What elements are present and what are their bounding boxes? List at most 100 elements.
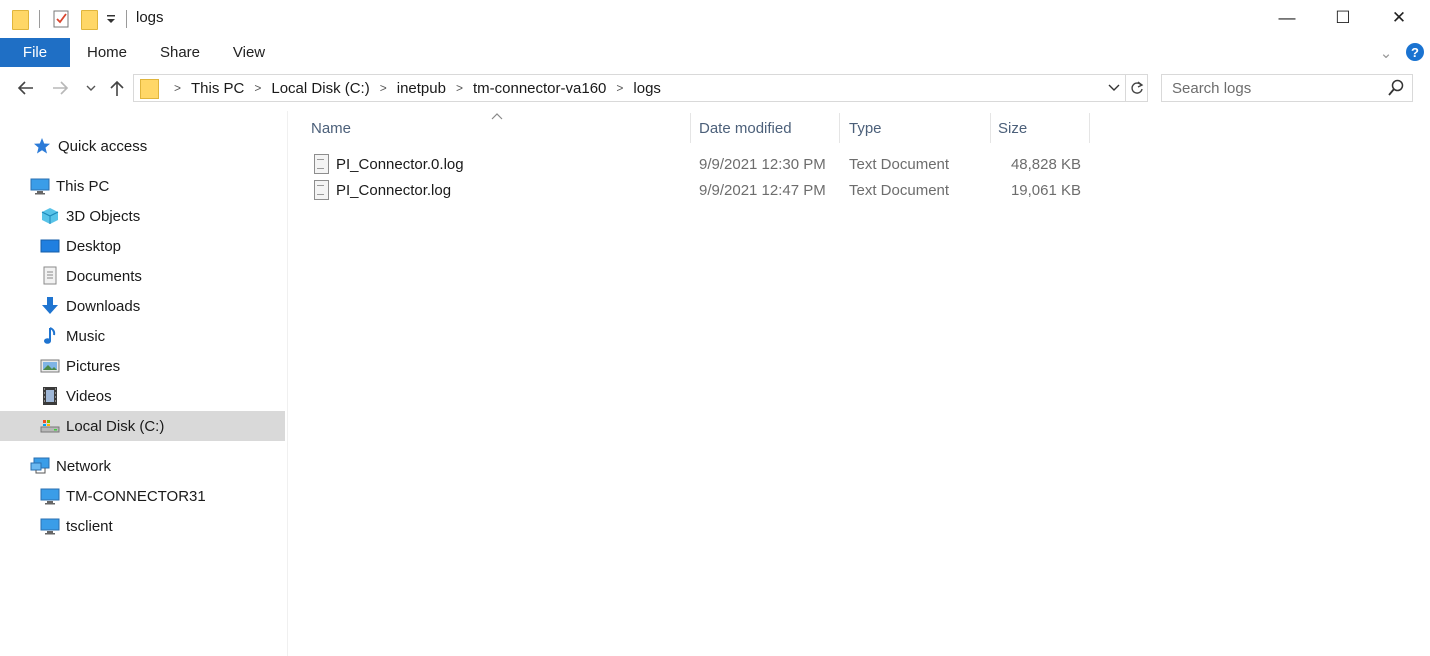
nav-label: Documents (66, 267, 142, 285)
file-name-cell[interactable]: PI_Connector.0.log (313, 151, 464, 177)
text-file-icon (313, 154, 329, 174)
pictures-icon (40, 356, 60, 376)
tab-home[interactable]: Home (78, 38, 136, 67)
nav-label: Music (66, 327, 106, 345)
file-size: 48,828 KB (1010, 155, 1081, 173)
chevron-right-icon[interactable]: > (610, 81, 629, 95)
nav-label: Desktop (66, 237, 122, 255)
file-name: PI_Connector.log (336, 181, 452, 199)
downloads-icon (40, 296, 60, 316)
search-box[interactable] (1161, 74, 1413, 102)
nav-this-pc[interactable]: This PC (0, 171, 285, 201)
nav-label: Quick access (58, 137, 148, 155)
file-date: 9/9/2021 12:30 PM (699, 155, 826, 173)
toolbar-separator (39, 10, 40, 28)
nav-tm-connector31[interactable]: TM-CONNECTOR31 (0, 481, 285, 511)
file-name: PI_Connector.0.log (336, 155, 464, 173)
nav-label: This PC (56, 177, 110, 195)
local-disk-icon (40, 416, 60, 436)
nav-3d-objects[interactable]: 3D Objects (0, 201, 285, 231)
nav-label: 3D Objects (66, 207, 141, 225)
tab-share[interactable]: Share (151, 38, 209, 67)
forward-arrow-icon[interactable] (50, 77, 72, 99)
nav-music[interactable]: Music (0, 321, 285, 351)
window-title: logs (136, 9, 164, 26)
expand-ribbon-icon[interactable]: ⌄ (1375, 38, 1397, 67)
nav-desktop[interactable]: Desktop (0, 231, 285, 261)
computer-icon (40, 486, 60, 506)
documents-icon (40, 266, 60, 286)
column-divider[interactable] (990, 113, 991, 143)
computer-icon (40, 516, 60, 536)
chevron-right-icon[interactable]: > (450, 81, 469, 95)
refresh-icon[interactable] (1125, 75, 1147, 101)
column-header-name[interactable]: Name (311, 111, 681, 145)
column-header-size[interactable]: Size (998, 111, 1088, 145)
nav-label: Downloads (66, 297, 141, 315)
minimize-button[interactable]: — (1259, 0, 1315, 36)
file-size: 19,061 KB (1010, 181, 1081, 199)
music-icon (40, 326, 60, 346)
address-dropdown-icon[interactable] (1105, 75, 1123, 101)
column-divider[interactable] (839, 113, 840, 143)
tab-file[interactable]: File (0, 38, 70, 67)
nav-label: Local Disk (C:) (66, 417, 165, 435)
ribbon-tabs: File Home Share View ⌄ ? (0, 38, 1430, 67)
nav-label: Network (56, 457, 112, 475)
file-date: 9/9/2021 12:47 PM (699, 181, 826, 199)
folder-icon (12, 8, 29, 30)
nav-tsclient[interactable]: tsclient (0, 511, 285, 541)
navigation-pane: Quick access This PC 3D Objects Desktop … (0, 111, 288, 656)
help-icon[interactable]: ? (1406, 43, 1424, 61)
breadcrumb-tm-connector[interactable]: tm-connector-va160 (469, 80, 610, 97)
nav-label: tsclient (66, 517, 113, 535)
file-type: Text Document (849, 181, 950, 199)
computer-icon (30, 176, 50, 196)
column-divider[interactable] (690, 113, 691, 143)
new-folder-icon[interactable] (81, 8, 98, 30)
nav-quick-access[interactable]: Quick access (0, 131, 285, 161)
breadcrumb-inetpub[interactable]: inetpub (393, 80, 450, 97)
search-input[interactable] (1162, 76, 1372, 100)
nav-local-disk[interactable]: Local Disk (C:) (0, 411, 285, 441)
breadcrumb-this-pc[interactable]: This PC (187, 80, 248, 97)
chevron-right-icon[interactable]: > (374, 81, 393, 95)
nav-label: Pictures (66, 357, 121, 375)
nav-documents[interactable]: Documents (0, 261, 285, 291)
nav-pictures[interactable]: Pictures (0, 351, 285, 381)
column-header-date[interactable]: Date modified (699, 111, 839, 145)
star-icon (32, 136, 52, 156)
tab-view[interactable]: View (221, 38, 277, 67)
folder-icon (140, 78, 159, 99)
file-type: Text Document (849, 155, 950, 173)
nav-label: TM-CONNECTOR31 (66, 487, 206, 505)
close-button[interactable]: ✕ (1371, 0, 1427, 36)
maximize-button[interactable]: ☐ (1315, 0, 1371, 36)
title-bar: logs — ☐ ✕ (0, 0, 1430, 38)
recent-locations-icon[interactable] (80, 77, 102, 99)
file-name-cell[interactable]: PI_Connector.log (313, 177, 451, 203)
breadcrumb-logs[interactable]: logs (629, 80, 665, 97)
up-arrow-icon[interactable] (106, 77, 128, 99)
breadcrumb-local-disk[interactable]: Local Disk (C:) (267, 80, 373, 97)
nav-network[interactable]: Network (0, 451, 285, 481)
text-file-icon (313, 180, 329, 200)
address-bar[interactable]: > This PC > Local Disk (C:) > inetpub > … (133, 74, 1148, 102)
nav-downloads[interactable]: Downloads (0, 291, 285, 321)
videos-icon (40, 386, 60, 406)
chevron-right-icon[interactable]: > (168, 81, 187, 95)
nav-videos[interactable]: Videos (0, 381, 285, 411)
toolbar-separator (126, 10, 127, 28)
column-divider[interactable] (1089, 113, 1090, 143)
file-list: Name Date modified Type Size PI_Connecto… (288, 111, 1430, 656)
back-arrow-icon[interactable] (14, 77, 36, 99)
file-row[interactable]: PI_Connector.log 9/9/2021 12:47 PM Text … (308, 177, 1108, 203)
nav-label: Videos (66, 387, 112, 405)
file-row[interactable]: PI_Connector.0.log 9/9/2021 12:30 PM Tex… (308, 151, 1108, 177)
column-header-type[interactable]: Type (849, 111, 989, 145)
properties-icon[interactable] (53, 8, 70, 30)
address-row: > This PC > Local Disk (C:) > inetpub > … (0, 67, 1430, 111)
chevron-right-icon[interactable]: > (248, 81, 267, 95)
customize-toolbar-icon[interactable] (105, 8, 117, 30)
search-icon[interactable] (1388, 79, 1404, 97)
